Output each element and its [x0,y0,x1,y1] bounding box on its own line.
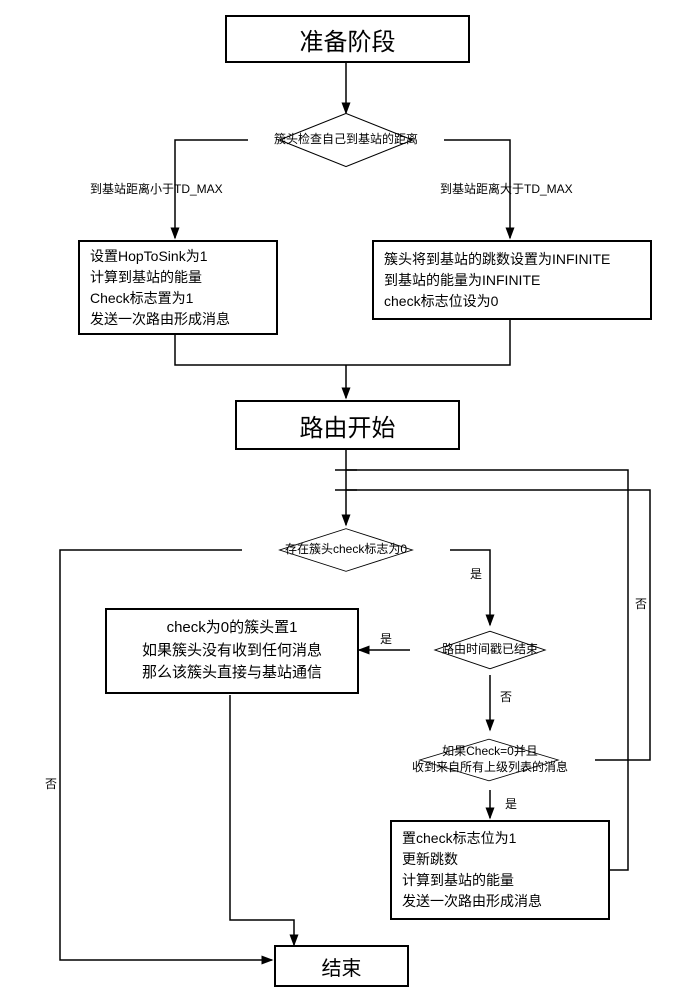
edge-d3-no: 否 [500,688,512,705]
node-right-action: 簇头将到基站的跳数设置为INFINITE 到基站的能量为INFINITE che… [372,240,652,320]
d4-l1: 如果Check=0并且 [412,744,568,760]
edge-d1-left: 到基站距离小于TD_MAX [90,180,223,197]
edge-d3-yes: 是 [380,630,392,647]
ra2-l4: 发送一次路由形成消息 [402,891,598,912]
ra-l1: 簇头将到基站的跳数设置为INFINITE [384,249,640,270]
decision-d2: 存在簇头check标志为0 [242,514,450,586]
la-l3: Check标志置为1 [90,288,266,309]
ra2-l1: 置check标志位为1 [402,828,598,849]
la2-l2: 如果簇头没有收到任何消息 [117,640,347,663]
ra2-l2: 更新跳数 [402,849,598,870]
node-prep: 准备阶段 [225,15,470,63]
route-start-label: 路由开始 [300,408,396,443]
node-route-start: 路由开始 [235,400,460,450]
ra-l3: check标志位设为0 [384,291,640,312]
la-l2: 计算到基站的能量 [90,267,266,288]
decision-d4: 如果Check=0并且 收到来自所有上级列表的消息 [385,724,595,796]
la-l1: 设置HopToSink为1 [90,246,266,267]
node-right-action2: 置check标志位为1 更新跳数 计算到基站的能量 发送一次路由形成消息 [390,820,610,920]
ra-l2: 到基站的能量为INFINITE [384,270,640,291]
node-prep-label: 准备阶段 [300,22,396,57]
node-end: 结束 [274,945,409,987]
la-l4: 发送一次路由形成消息 [90,309,266,330]
end-label: 结束 [322,952,362,981]
edge-d4-yes: 是 [505,795,517,812]
edge-d2-no: 否 [45,775,57,792]
la2-l3: 那么该簇头直接与基站通信 [117,662,347,685]
d4-l2: 收到来自所有上级列表的消息 [412,760,568,776]
node-left-action: 设置HopToSink为1 计算到基站的能量 Check标志置为1 发送一次路由… [78,240,278,335]
d1-label: 簇头检查自己到基站的距离 [274,132,418,148]
edge-d1-right: 到基站距离大于TD_MAX [440,180,573,197]
la2-l1: check为0的簇头置1 [117,617,347,640]
ra2-l3: 计算到基站的能量 [402,870,598,891]
d4-label: 如果Check=0并且 收到来自所有上级列表的消息 [412,744,568,775]
decision-d3: 路由时间戳已结束 [410,618,570,682]
node-left-action2: check为0的簇头置1 如果簇头没有收到任何消息 那么该簇头直接与基站通信 [105,608,359,694]
d2-label: 存在簇头check标志为0 [285,542,407,558]
edge-d2-yes: 是 [470,565,482,582]
edge-d4-no: 否 [635,595,647,612]
decision-d1: 簇头检查自己到基站的距离 [248,98,444,182]
d3-label: 路由时间戳已结束 [442,642,538,658]
